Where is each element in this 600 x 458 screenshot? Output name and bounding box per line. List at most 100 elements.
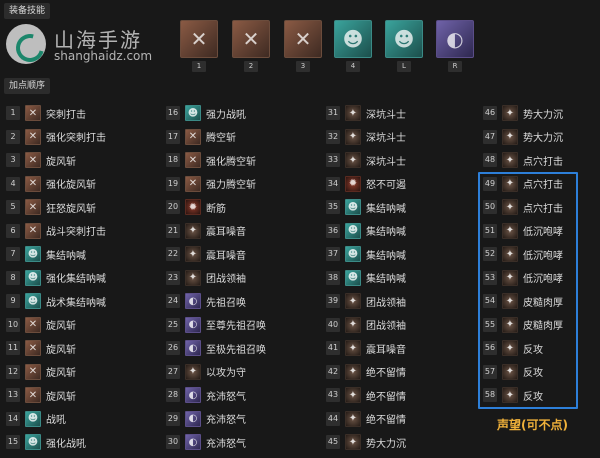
step-number: 24: [166, 294, 180, 308]
equip-slot[interactable]: ☻ 4: [334, 20, 372, 72]
equip-slot[interactable]: ✕ 2: [232, 20, 270, 72]
step-number: 30: [166, 435, 180, 449]
skill-name: 集结呐喊: [366, 203, 406, 215]
spear-strike-icon: ✕: [180, 20, 218, 58]
skill-order-row: 29 ◐ 充沛怒气: [166, 409, 246, 429]
skill-order-row: 8 ☻ 强化集结呐喊: [6, 268, 106, 288]
whirlwind-icon: ✕: [232, 20, 270, 58]
skill-order-row: 33 ✦ 深坑斗士: [326, 150, 406, 170]
equip-slot[interactable]: ☻ L: [385, 20, 423, 72]
skill-name: 绝不留情: [366, 368, 406, 379]
step-number: 14: [6, 411, 20, 426]
step-number: 28: [166, 388, 180, 402]
step-number: 48: [483, 153, 497, 167]
skill-order-row: 11 ✕ 旋风斩: [6, 338, 76, 358]
equip-slot[interactable]: ✕ 1: [180, 20, 218, 72]
skill-name: 突刺打击: [46, 109, 86, 121]
equip-slot[interactable]: ◐ R: [436, 20, 474, 72]
step-number: 4: [6, 176, 20, 191]
skill-icon: ☻: [345, 199, 361, 215]
skill-icon: ◐: [185, 387, 201, 403]
step-number: 1: [6, 106, 20, 120]
skill-icon: ✕: [185, 175, 201, 192]
skill-icon: ✦: [185, 363, 201, 380]
skill-name: 以攻为守: [206, 368, 246, 379]
step-number: 6: [6, 223, 20, 238]
step-number: 19: [166, 176, 180, 191]
skill-name: 集结呐喊: [46, 250, 86, 262]
skill-order-row: 41 ✦ 震耳噪音: [326, 338, 406, 358]
step-number: 32: [326, 129, 340, 144]
skill-name: 集结呐喊: [366, 227, 406, 238]
skill-order-row: 46 ✦ 势大力沉: [483, 103, 563, 123]
skill-order-row: 34 ✹ 怒不可遏: [326, 174, 406, 194]
step-number: 7: [6, 247, 20, 261]
step-number: 42: [326, 364, 340, 379]
skill-order-row: 42 ✦ 绝不留情: [326, 362, 406, 382]
equip-key-label: L: [397, 61, 411, 72]
step-number: 15: [6, 435, 20, 449]
skill-icon: ✦: [345, 128, 361, 145]
step-number: 21: [166, 223, 180, 238]
skill-icon: ☻: [25, 269, 41, 286]
step-number: 46: [483, 106, 497, 120]
skill-order-row: 43 ✦ 绝不留情: [326, 385, 406, 405]
step-number: 16: [166, 106, 180, 120]
step-number: 38: [326, 270, 340, 285]
equip-slot[interactable]: ✕ 3: [284, 20, 322, 72]
step-number: 5: [6, 200, 20, 214]
skill-name: 充沛怒气: [206, 391, 246, 403]
skill-icon: ✦: [345, 105, 361, 121]
skill-name: 断筋: [206, 203, 226, 215]
skill-icon: ☻: [345, 222, 361, 239]
skill-icon: ☻: [25, 410, 41, 427]
skill-icon: ☻: [25, 434, 41, 450]
skill-name: 团战领袖: [366, 321, 406, 332]
skill-order-row: 15 ☻ 强化战吼: [6, 432, 86, 452]
skill-order-row: 10 ✕ 旋风斩: [6, 315, 76, 335]
skill-name: 点穴打击: [523, 156, 563, 168]
step-number: 2: [6, 129, 20, 144]
step-number: 40: [326, 317, 340, 332]
ring-wrath-icon: ◐: [436, 20, 474, 58]
skill-order-row: 18 ✕ 强化腾空斩: [166, 150, 256, 170]
equip-key-label: 3: [296, 61, 310, 72]
skill-name: 强化战吼: [46, 438, 86, 450]
step-number: 23: [166, 270, 180, 285]
step-number: 13: [6, 388, 20, 402]
skill-icon: ✕: [185, 128, 201, 145]
skill-icon: ◐: [185, 293, 201, 309]
step-number: 34: [326, 176, 340, 191]
equip-key-label: 4: [346, 61, 360, 72]
equip-key-label: R: [448, 61, 462, 72]
skill-order-row: 17 ✕ 腾空斩: [166, 127, 236, 147]
step-number: 17: [166, 129, 180, 144]
skill-order-row: 20 ✹ 断筋: [166, 197, 226, 217]
skill-icon: ✦: [185, 246, 201, 262]
skill-order-row: 16 ☻ 强力战吼: [166, 103, 246, 123]
skill-order-row: 40 ✦ 团战领袖: [326, 315, 406, 335]
step-number: 43: [326, 388, 340, 402]
skill-icon: ◐: [185, 316, 201, 333]
skill-order-row: 5 ✕ 狂怒旋风斩: [6, 197, 96, 217]
step-number: 18: [166, 153, 180, 167]
skill-order-row: 21 ✦ 震耳噪音: [166, 221, 246, 241]
skill-order-row: 39 ✦ 团战领袖: [326, 291, 406, 311]
skill-name: 战斗突刺打击: [46, 227, 106, 238]
skill-icon: ✦: [345, 434, 361, 450]
step-number: 26: [166, 341, 180, 355]
skill-icon: ✕: [185, 152, 201, 168]
step-number: 44: [326, 411, 340, 426]
skill-icon: ✕: [25, 340, 41, 356]
skill-name: 震耳噪音: [206, 250, 246, 262]
skill-icon: ✕: [25, 199, 41, 215]
watermark-url: shanghaidz.com: [54, 49, 153, 63]
skill-name: 震耳噪音: [206, 227, 246, 238]
skill-name: 怒不可遏: [366, 180, 406, 191]
step-number: 41: [326, 341, 340, 355]
skill-name: 深坑斗士: [366, 156, 406, 168]
rallying-cry-icon: ☻: [334, 20, 372, 58]
skill-icon: ✦: [345, 293, 361, 309]
step-number: 35: [326, 200, 340, 214]
skill-name: 旋风斩: [46, 321, 76, 332]
